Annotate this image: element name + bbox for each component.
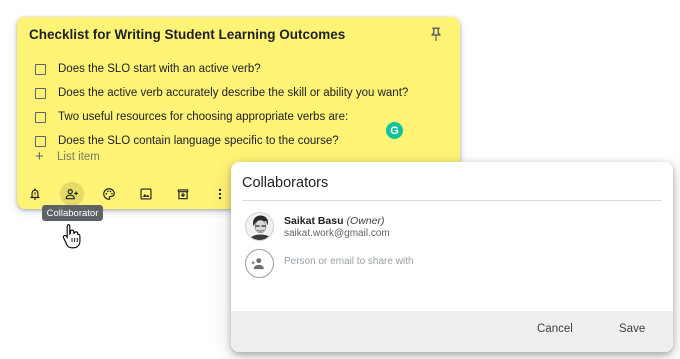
collaborators-dialog: Collaborators Saikat Basu (Owner) saikat.…: [231, 162, 673, 352]
add-collaborator-button[interactable]: [60, 182, 84, 206]
owner-name-line: Saikat Basu (Owner): [284, 215, 384, 227]
archive-icon[interactable]: [171, 182, 195, 206]
list-item-text[interactable]: Two useful resources for choosing approp…: [58, 111, 348, 123]
list-item-text[interactable]: Does the SLO contain language specific t…: [58, 135, 339, 147]
collaborator-tooltip: Collaborator: [42, 205, 103, 221]
checklist: Does the SLO start with an active verb? …: [35, 57, 408, 153]
add-person-icon: [245, 249, 274, 278]
list-item-text[interactable]: Does the active verb accurately describe…: [58, 87, 408, 99]
checkbox[interactable]: [35, 63, 46, 75]
palette-icon[interactable]: [97, 182, 121, 206]
pin-icon[interactable]: [427, 26, 445, 44]
note-title[interactable]: Checklist for Writing Student Learning O…: [29, 27, 345, 42]
avatar: [245, 212, 274, 241]
collaborator-icon: [65, 189, 78, 200]
list-item[interactable]: Does the SLO contain language specific t…: [35, 129, 408, 153]
divider: [242, 200, 662, 201]
checkbox[interactable]: [35, 111, 46, 123]
more-icon[interactable]: [208, 182, 232, 206]
checkbox[interactable]: [35, 87, 46, 99]
owner-role: (Owner): [346, 215, 385, 227]
add-list-item-placeholder[interactable]: List item: [57, 151, 100, 163]
remind-me-icon[interactable]: [23, 182, 47, 206]
share-input[interactable]: [284, 256, 534, 267]
image-icon[interactable]: [134, 182, 158, 206]
owner-email: saikat.work@gmail.com: [284, 228, 390, 239]
list-item[interactable]: Does the active verb accurately describe…: [35, 81, 408, 105]
owner-name: Saikat Basu: [284, 215, 344, 227]
save-button[interactable]: Save: [619, 323, 645, 335]
dialog-title: Collaborators: [242, 175, 329, 191]
dialog-footer: Cancel Save: [231, 311, 673, 352]
hand-cursor-icon: [62, 223, 82, 249]
grammarly-icon[interactable]: G: [386, 122, 403, 139]
list-item[interactable]: Two useful resources for choosing approp…: [35, 105, 408, 129]
add-list-item[interactable]: + List item: [35, 148, 100, 165]
checkbox[interactable]: [35, 135, 46, 147]
plus-icon: +: [35, 148, 44, 165]
cancel-button[interactable]: Cancel: [537, 323, 573, 335]
list-item-text[interactable]: Does the SLO start with an active verb?: [58, 63, 261, 75]
list-item[interactable]: Does the SLO start with an active verb?: [35, 57, 408, 81]
